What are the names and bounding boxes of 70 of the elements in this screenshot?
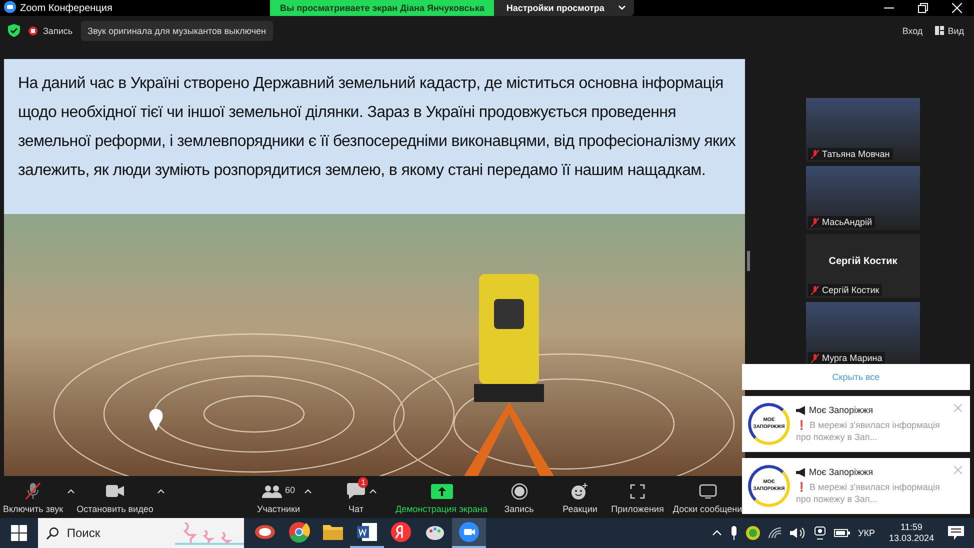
participant-name: Мурга Марина <box>822 353 882 363</box>
zoom-logo-icon <box>4 0 16 16</box>
wifi-icon[interactable] <box>768 527 782 539</box>
view-options-button[interactable]: Настройки просмотра <box>494 0 634 16</box>
yandex-icon <box>390 521 412 543</box>
participant-name: Татьяна Мовчан <box>822 149 890 159</box>
notification-title: Моє Запоріжжя <box>809 467 873 477</box>
tray-app-icon[interactable] <box>746 526 760 540</box>
participant-name: МасьАндрій <box>822 217 872 227</box>
share-banner: Вы просматриваете экран Діана Янчуковська <box>270 0 494 16</box>
flamingo-drawing <box>174 521 244 545</box>
restore-icon[interactable] <box>918 3 928 13</box>
toolbar-button[interactable]: 60 Участники <box>253 480 304 516</box>
zoom-icon <box>458 521 480 543</box>
toolbar-button[interactable]: 1 Чат <box>343 480 369 516</box>
notification-text: ❗ В мережі з'явилася інформація про пожежу в Зап... <box>796 481 941 505</box>
participant-name: Сергій Костик <box>822 285 880 295</box>
apps-icon <box>630 484 645 498</box>
toolbar-button[interactable]: Демонстрация экрана <box>392 480 492 516</box>
view-button[interactable]: Вид <box>932 26 966 36</box>
caret-icon[interactable] <box>67 488 76 494</box>
smiley-icon <box>571 482 588 500</box>
slide-text: На даний час в Україні створено Державний земельний кадастр, де міститься основна інформація щодо необхідної тієї чи іншої земельної ділянки. Зараз в Україні продовжується проведення земельної реформи, і землевпорядники є її безпосередніми виконавцями, від професіоналізму яких залежить, як люди зуміють розпорядитися землею, в якому стані передамо її нашим нащадкам. <box>4 59 745 214</box>
caret-icon <box>618 5 626 11</box>
view-grid-icon <box>934 26 944 35</box>
search-field[interactable]: Поиск <box>64 525 169 541</box>
notification-icon[interactable] <box>948 526 964 540</box>
participant-display-name: Сергій Костик <box>828 256 898 266</box>
toolbar-button[interactable]: Запись <box>500 480 538 516</box>
megaphone-icon <box>796 406 806 414</box>
clock-time[interactable]: 11:59 <box>900 522 922 533</box>
toolbar-button[interactable]: Включить звук <box>0 480 68 516</box>
search-box[interactable]: Поиск <box>38 518 244 548</box>
window-title: Zoom Конференция <box>20 2 112 14</box>
shield-icon[interactable] <box>8 24 20 37</box>
participant-count: 60 <box>284 484 295 494</box>
record-icon <box>510 482 528 500</box>
original-sound-pill[interactable]: Звук оригинала для музыкантов выключен <box>80 20 274 40</box>
caret-icon[interactable] <box>304 488 312 494</box>
share-screen-icon <box>430 484 452 498</box>
clock-date[interactable]: 13.03.2024 <box>888 533 934 544</box>
language-indicator[interactable]: УКР <box>858 528 875 538</box>
chat-bubble-icon <box>347 483 365 499</box>
camera-icon[interactable] <box>814 526 826 540</box>
resize-handle[interactable] <box>747 251 750 271</box>
people-icon <box>262 484 282 498</box>
whiteboard-icon <box>698 484 716 498</box>
speaker-icon[interactable] <box>790 527 806 539</box>
taskbar-app[interactable] <box>452 518 486 548</box>
word-icon <box>356 521 378 543</box>
toolbar-button[interactable]: Реакции <box>558 480 602 516</box>
caret-icon[interactable] <box>369 488 377 494</box>
video-camera-icon <box>106 485 124 497</box>
unread-badge: 1 <box>358 477 368 488</box>
muted-mic-icon <box>25 482 41 500</box>
recording-label: Запись <box>43 26 73 36</box>
windows-start-icon[interactable] <box>11 525 27 541</box>
enter-button[interactable]: Вход <box>900 26 925 36</box>
battery-icon[interactable] <box>834 528 850 538</box>
microphone-icon[interactable] <box>730 526 738 540</box>
search-icon <box>46 526 59 540</box>
caret-icon[interactable] <box>157 488 166 494</box>
toolbar-button[interactable]: Остановить видео <box>72 480 158 516</box>
chevron-up-icon[interactable] <box>712 529 722 537</box>
megaphone-icon <box>796 468 806 476</box>
toolbar-button[interactable]: Приложения <box>607 480 668 516</box>
chrome-icon <box>288 521 310 543</box>
notification-text: ❗ В мережі з'явилася інформація про пожежу в Зап... <box>796 419 941 443</box>
notification-title: Моє Запоріжжя <box>809 405 873 415</box>
record-dot-icon <box>28 26 38 36</box>
